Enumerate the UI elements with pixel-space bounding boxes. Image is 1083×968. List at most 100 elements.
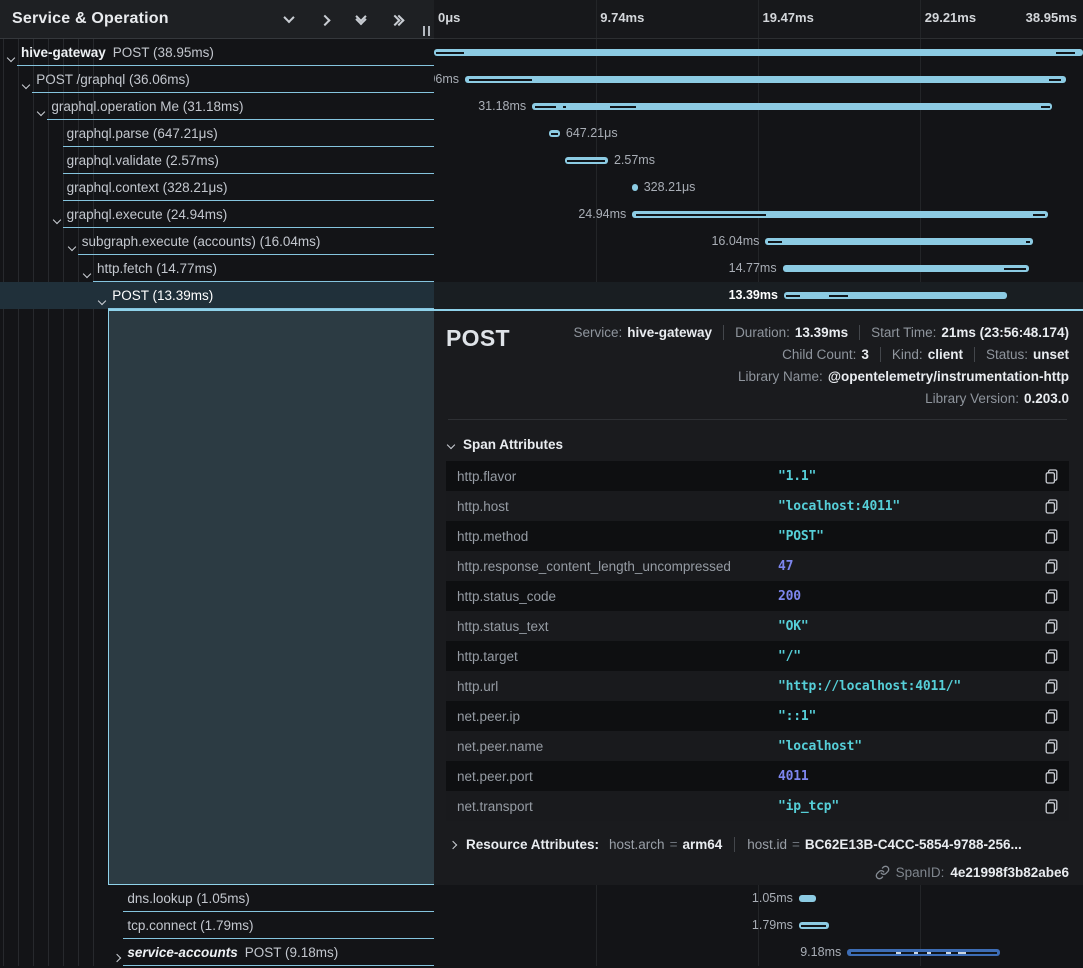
- equals-sign: =: [670, 837, 678, 852]
- copy-icon[interactable]: [1045, 529, 1058, 544]
- span-row-timeline[interactable]: 328.21μs: [434, 174, 1083, 201]
- copy-icon[interactable]: [1045, 739, 1058, 754]
- span-bar[interactable]: [434, 49, 1083, 56]
- copy-icon[interactable]: [1045, 499, 1058, 514]
- span-row-timeline[interactable]: 1.79ms: [434, 912, 1083, 939]
- span-row-name[interactable]: POST (13.39ms): [0, 282, 434, 309]
- copy-icon[interactable]: [1045, 649, 1058, 664]
- span-row-name[interactable]: graphql.validate (2.57ms): [0, 147, 434, 174]
- child-span-mark: [896, 952, 901, 954]
- span-attributes-table: http.flavor"1.1"http.host"localhost:4011…: [446, 461, 1069, 821]
- span-row[interactable]: graphql.context (328.21μs)328.21μs: [0, 174, 1083, 201]
- span-duration-label: 24.94ms: [578, 201, 626, 228]
- attribute-row: net.transport"ip_tcp": [446, 791, 1069, 821]
- span-row-timeline[interactable]: 647.21μs: [434, 120, 1083, 147]
- span-bar[interactable]: [784, 292, 1007, 299]
- detail-span-title: POST: [444, 325, 510, 406]
- span-row-name[interactable]: subgraph.execute (accounts) (16.04ms): [0, 228, 434, 255]
- attribute-value: "/": [778, 649, 1045, 664]
- chevron-down-icon[interactable]: [99, 292, 105, 307]
- copy-icon[interactable]: [1045, 589, 1058, 604]
- span-row[interactable]: hive-gatewayPOST (38.95ms)38.95ms: [0, 39, 1083, 66]
- span-row-name[interactable]: http.fetch (14.77ms): [0, 255, 434, 282]
- chevron-down-icon[interactable]: [38, 103, 44, 118]
- stat-separator: [880, 347, 881, 362]
- span-row-timeline[interactable]: 1.05ms: [434, 885, 1083, 912]
- chevron-down-icon[interactable]: [84, 265, 90, 280]
- service-name: service-accounts: [127, 945, 237, 960]
- span-row[interactable]: subgraph.execute (accounts) (16.04ms)16.…: [0, 228, 1083, 255]
- copy-icon[interactable]: [1045, 619, 1058, 634]
- chevron-right-icon: [449, 840, 457, 848]
- span-row-name[interactable]: hive-gatewayPOST (38.95ms): [0, 39, 434, 66]
- span-row-name[interactable]: graphql.parse (647.21μs): [0, 120, 434, 147]
- link-icon[interactable]: [875, 865, 890, 880]
- span-row[interactable]: graphql.validate (2.57ms)2.57ms: [0, 147, 1083, 174]
- copy-icon[interactable]: [1045, 709, 1058, 724]
- chevron-down-icon[interactable]: [8, 49, 14, 64]
- span-row-timeline[interactable]: 31.18ms: [434, 93, 1083, 120]
- chevron-down-icon[interactable]: [69, 238, 75, 253]
- span-row-timeline[interactable]: 13.39ms: [434, 282, 1083, 309]
- attribute-key: net.peer.name: [457, 739, 778, 754]
- copy-icon[interactable]: [1045, 679, 1058, 694]
- span-row[interactable]: graphql.operation Me (31.18ms)31.18ms: [0, 93, 1083, 120]
- span-bar[interactable]: [799, 895, 816, 902]
- span-bar[interactable]: [632, 184, 637, 191]
- span-row-timeline[interactable]: 14.77ms: [434, 255, 1083, 282]
- span-row-name[interactable]: graphql.operation Me (31.18ms): [0, 93, 434, 120]
- span-row-name[interactable]: dns.lookup (1.05ms): [0, 885, 434, 912]
- span-bar[interactable]: [765, 238, 1032, 245]
- critical-path-mark: [1049, 79, 1061, 81]
- span-row-name[interactable]: service-accountsPOST (9.18ms): [0, 939, 434, 966]
- span-row[interactable]: POST /graphql (36.06ms)36.06ms: [0, 66, 1083, 93]
- span-row-timeline[interactable]: 16.04ms: [434, 228, 1083, 255]
- span-row[interactable]: graphql.execute (24.94ms) 24.94ms: [0, 201, 1083, 228]
- span-row-name[interactable]: graphql.context (328.21μs): [0, 174, 434, 201]
- span-row-name[interactable]: graphql.execute (24.94ms): [0, 201, 434, 228]
- chevron-right-icon[interactable]: [318, 12, 332, 26]
- copy-icon[interactable]: [1045, 559, 1058, 574]
- span-attributes-header[interactable]: Span Attributes: [448, 437, 1069, 452]
- stat-separator: [723, 325, 724, 340]
- tree-controls: [282, 12, 404, 26]
- copy-icon[interactable]: [1045, 469, 1058, 484]
- span-row-timeline[interactable]: 9.18ms: [434, 939, 1083, 966]
- span-row[interactable]: tcp.connect (1.79ms)1.79ms: [0, 912, 1083, 939]
- span-bar[interactable]: [465, 76, 1066, 83]
- double-chevron-right-icon[interactable]: [390, 12, 404, 26]
- double-chevron-down-icon[interactable]: [354, 12, 368, 26]
- span-duration-label: 14.77ms: [729, 255, 777, 282]
- span-row-timeline[interactable]: 36.06ms: [434, 66, 1083, 93]
- span-row-timeline[interactable]: 24.94ms: [434, 201, 1083, 228]
- stat-value: client: [928, 347, 963, 362]
- attribute-key: http.flavor: [457, 469, 778, 484]
- span-row[interactable]: http.fetch (14.77ms) 14.77ms: [0, 255, 1083, 282]
- stat-value: unset: [1033, 347, 1069, 362]
- span-row[interactable]: POST (13.39ms)13.39ms: [0, 282, 1083, 309]
- span-row-name[interactable]: tcp.connect (1.79ms): [0, 912, 434, 939]
- span-row[interactable]: dns.lookup (1.05ms)1.05ms: [0, 885, 1083, 912]
- copy-icon[interactable]: [1045, 769, 1058, 784]
- span-row[interactable]: service-accountsPOST (9.18ms)9.18ms: [0, 939, 1083, 966]
- chevron-down-icon[interactable]: [282, 12, 296, 26]
- chevron-down-icon[interactable]: [54, 211, 60, 226]
- span-row[interactable]: graphql.parse (647.21μs)647.21μs: [0, 120, 1083, 147]
- span-row-name[interactable]: POST /graphql (36.06ms): [0, 66, 434, 93]
- span-bar[interactable]: [783, 265, 1029, 272]
- span-row-timeline[interactable]: 38.95ms: [434, 39, 1083, 66]
- attribute-key: http.target: [457, 649, 778, 664]
- attribute-key: net.transport: [457, 799, 778, 814]
- span-attributes-title: Span Attributes: [463, 437, 563, 452]
- chevron-right-icon[interactable]: [114, 949, 120, 964]
- span-rows-top: hive-gatewayPOST (38.95ms)38.95msPOST /g…: [0, 39, 1083, 309]
- attribute-value: "1.1": [778, 469, 1045, 484]
- panel-resize-grip[interactable]: [423, 26, 430, 36]
- span-label: http.fetch (14.77ms): [0, 261, 217, 276]
- span-detail-panel: POST Service:hive-gatewayDuration:13.39m…: [434, 309, 1083, 885]
- attribute-key: http.status_code: [457, 589, 778, 604]
- resource-attributes-row[interactable]: Resource Attributes: host.arch=arm64host…: [450, 837, 1069, 852]
- chevron-down-icon[interactable]: [23, 76, 29, 91]
- copy-icon[interactable]: [1045, 799, 1058, 814]
- span-row-timeline[interactable]: 2.57ms: [434, 147, 1083, 174]
